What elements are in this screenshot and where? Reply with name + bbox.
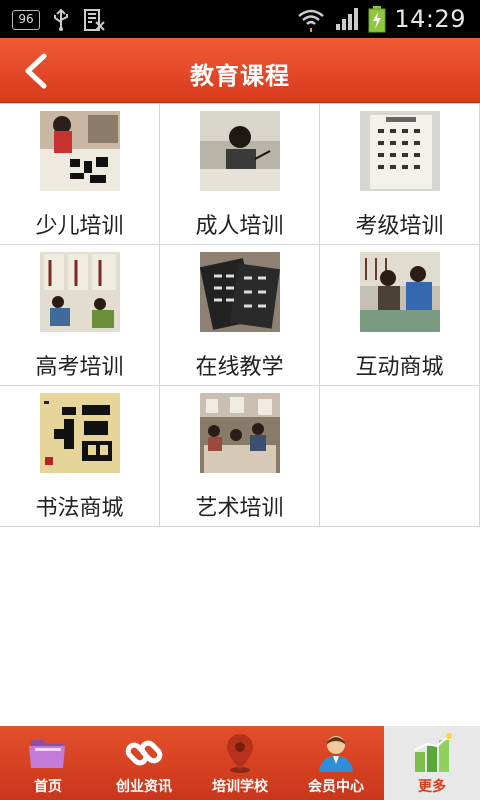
storage-icon bbox=[84, 9, 105, 31]
signal-icon bbox=[336, 8, 359, 30]
grid-row: 书法商城 艺术培训 bbox=[0, 386, 480, 527]
grid-item-grading-training[interactable]: 考级培训 bbox=[320, 104, 480, 244]
tab-label: 首页 bbox=[34, 779, 62, 795]
grid-item-label: 互动商城 bbox=[355, 355, 444, 380]
art-training-image bbox=[200, 393, 280, 473]
grid-row: 高考培训 在线教学 互动商城 bbox=[0, 245, 480, 386]
title-bar: 教育课程 bbox=[0, 38, 480, 103]
grid-item-children-training[interactable]: 少儿培训 bbox=[0, 104, 160, 244]
grid-item-label: 艺术培训 bbox=[195, 496, 284, 521]
children-training-image bbox=[40, 111, 120, 191]
battery-icon bbox=[368, 6, 386, 33]
status-bar: 96 14:29 bbox=[0, 0, 480, 38]
usb-icon bbox=[54, 8, 68, 31]
tab-label: 培训学校 bbox=[212, 779, 268, 795]
wifi-icon bbox=[298, 9, 325, 32]
folder-icon bbox=[29, 740, 65, 768]
tab-label: 会员中心 bbox=[308, 779, 364, 795]
tab-label: 更多 bbox=[418, 779, 446, 795]
grid-item-label: 成人培训 bbox=[195, 214, 284, 239]
grid-item-adult-training[interactable]: 成人培训 bbox=[160, 104, 320, 244]
link-icon bbox=[125, 740, 163, 766]
grid-item-interactive-mall[interactable]: 互动商城 bbox=[320, 245, 480, 385]
grid-item-label: 书法商城 bbox=[35, 496, 124, 521]
user-icon bbox=[319, 736, 353, 772]
calligraphy-mall-image bbox=[40, 393, 120, 473]
tab-label: 创业资讯 bbox=[116, 779, 172, 795]
grading-training-image bbox=[360, 111, 440, 191]
bottom-tab-bar: 首页 创业资讯 培训学校 会员中心 更多 bbox=[0, 726, 480, 800]
grid-item-art-training[interactable]: 艺术培训 bbox=[160, 386, 320, 526]
page-title: 教育课程 bbox=[190, 62, 290, 90]
grid-item-label: 在线教学 bbox=[195, 355, 284, 380]
clock: 14:29 bbox=[394, 5, 466, 33]
grid-item-calligraphy-mall[interactable]: 书法商城 bbox=[0, 386, 160, 526]
interactive-mall-image bbox=[360, 252, 440, 332]
course-grid: 少儿培训 成人培训 考级培训 高考培训 在线教学 互动商城 书法商城 艺术培训 bbox=[0, 103, 480, 527]
status-right: 14:29 bbox=[296, 4, 466, 34]
tab-more[interactable]: 更多 bbox=[384, 726, 480, 800]
gaokao-training-image bbox=[40, 252, 120, 332]
grid-item-label: 考级培训 bbox=[355, 214, 444, 239]
grid-item-label: 高考培训 bbox=[35, 355, 124, 380]
status-left: 96 bbox=[12, 8, 106, 32]
tab-member-center[interactable]: 会员中心 bbox=[288, 726, 384, 800]
chart-icon bbox=[414, 733, 452, 772]
adult-training-image bbox=[200, 111, 280, 191]
tab-home[interactable]: 首页 bbox=[0, 726, 96, 800]
grid-item-empty bbox=[320, 386, 480, 526]
grid-item-label: 少儿培训 bbox=[35, 214, 124, 239]
notification-badge: 96 bbox=[12, 10, 40, 30]
online-teaching-image bbox=[200, 252, 280, 332]
grid-item-gaokao-training[interactable]: 高考培训 bbox=[0, 245, 160, 385]
map-pin-icon bbox=[227, 734, 253, 773]
tab-startup-news[interactable]: 创业资讯 bbox=[96, 726, 192, 800]
grid-row: 少儿培训 成人培训 考级培训 bbox=[0, 104, 480, 245]
grid-item-online-teaching[interactable]: 在线教学 bbox=[160, 245, 320, 385]
tab-training-schools[interactable]: 培训学校 bbox=[192, 726, 288, 800]
